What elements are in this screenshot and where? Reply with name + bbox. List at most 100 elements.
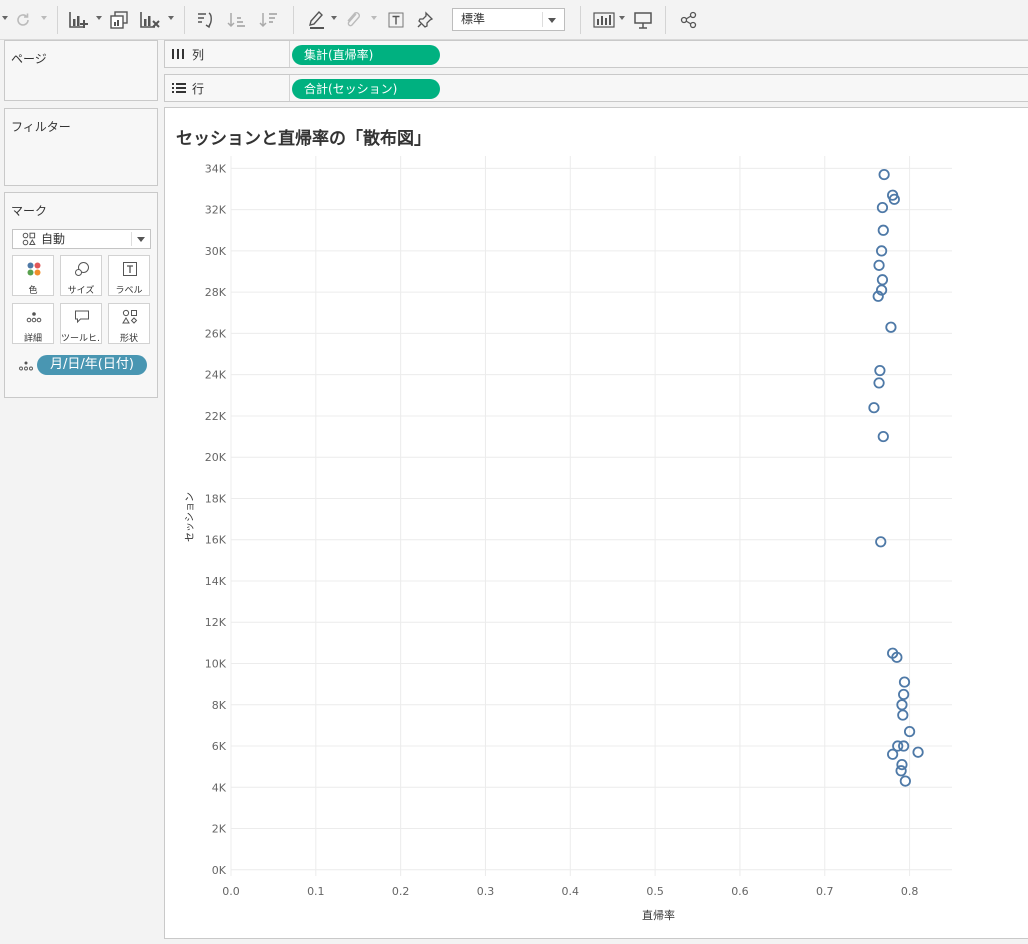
worksheet-view: セッションと直帰率の「散布図」 0.0 0.1 0.2 0.3 0.4 0.5 0.6 0.7… [164, 107, 1028, 939]
rows-shelf[interactable]: 行 合計(セッション) [164, 74, 1028, 102]
data-point [912, 746, 924, 758]
data-point [868, 402, 880, 414]
columns-shelf-label: 列 [165, 41, 290, 67]
y-tick-label: 16K [205, 534, 227, 547]
y-tick-label: 22K [205, 410, 227, 423]
size-icon [74, 261, 90, 277]
x-tick-label: 0.1 [307, 885, 325, 898]
show-me-dropdown-caret[interactable] [619, 16, 625, 20]
data-point [897, 709, 909, 721]
presentation-icon[interactable] [632, 8, 654, 32]
duplicate-sheet-icon[interactable] [108, 8, 130, 32]
shape-button[interactable]: 形状 [108, 303, 150, 344]
automatic-mark-icon [22, 232, 36, 251]
shape-label: 形状 [119, 334, 138, 344]
data-point [887, 748, 899, 760]
date-detail-pill[interactable]: 月/日/年(日付) [37, 355, 147, 375]
y-tick-label: 4K [212, 781, 227, 794]
columns-label: 列 [192, 48, 205, 62]
label-button[interactable]: ラベル [108, 255, 150, 296]
share-icon[interactable] [678, 8, 700, 32]
x-tick-label: 0.4 [562, 885, 580, 898]
tooltip-button[interactable]: ツールヒ… [60, 303, 102, 344]
x-tick-label: 0.0 [222, 885, 240, 898]
tooltip-icon [74, 309, 90, 325]
mark-type-value: 自動 [41, 232, 66, 246]
y-tick-label: 30K [205, 245, 227, 258]
chevron-down-icon [137, 237, 145, 242]
filters-panel[interactable]: フィルター [4, 108, 158, 186]
text-label-icon[interactable] [385, 8, 407, 32]
label-icon [122, 261, 138, 277]
highlight-icon[interactable] [306, 8, 328, 32]
y-tick-label: 0K [212, 864, 227, 877]
detail-small-icon [19, 360, 33, 374]
y-tick-label: 24K [205, 369, 227, 382]
swap-axes-icon[interactable] [194, 8, 216, 32]
color-label: 色 [28, 286, 38, 296]
toolbar: 標準 [0, 0, 1028, 40]
y-tick-label: 12K [205, 616, 227, 629]
size-button[interactable]: サイズ [60, 255, 102, 296]
data-point [874, 364, 886, 377]
mark-type-select[interactable]: 自動 [12, 229, 151, 249]
x-tick-label: 0.2 [392, 885, 410, 898]
y-tick-label: 32K [205, 204, 227, 217]
x-tick-label: 0.5 [646, 885, 664, 898]
y-tick-label: 28K [205, 286, 227, 299]
label-label: ラベル [115, 286, 143, 296]
fit-select[interactable]: 標準 [452, 8, 565, 31]
data-point [895, 765, 907, 777]
detail-icon [26, 309, 42, 325]
y-tick-label: 14K [205, 575, 227, 588]
y-tick-label: 18K [205, 492, 227, 505]
data-point [878, 168, 890, 181]
x-tick-label: 0.7 [816, 885, 834, 898]
columns-shelf[interactable]: 列 集計(直帰率) [164, 40, 1028, 68]
pages-panel[interactable]: ページ [4, 40, 158, 101]
y-tick-label: 10K [205, 658, 227, 671]
sort-descending-icon[interactable] [258, 8, 280, 32]
color-button[interactable]: 色 [12, 255, 54, 296]
new-worksheet-icon[interactable] [66, 8, 92, 32]
y-tick-label: 20K [205, 451, 227, 464]
chevron-down-icon [548, 18, 556, 23]
highlight-dropdown-caret[interactable] [331, 16, 337, 20]
redo-icon[interactable] [12, 8, 34, 32]
data-point [885, 321, 897, 333]
clear-sheet-dropdown-caret[interactable] [168, 16, 174, 20]
x-axis-label: 直帰率 [642, 908, 675, 922]
rows-pill[interactable]: 合計(セッション) [292, 79, 440, 99]
marks-title: マーク [11, 204, 48, 218]
clear-sheet-icon[interactable] [138, 8, 162, 32]
redo-dropdown-caret[interactable] [41, 16, 47, 20]
size-label: サイズ [67, 286, 95, 296]
fit-select-value: 標準 [461, 12, 486, 26]
tooltip-label: ツールヒ… [61, 334, 101, 344]
columns-pill[interactable]: 集計(直帰率) [292, 45, 440, 65]
data-point [873, 259, 885, 271]
sort-ascending-icon[interactable] [226, 8, 248, 32]
y-tick-label: 8K [212, 699, 227, 712]
group-icon[interactable] [342, 8, 364, 32]
rows-shelf-label: 行 [165, 75, 290, 101]
y-tick-label: 6K [212, 740, 227, 753]
pages-title: ページ [11, 52, 47, 66]
data-point [898, 676, 911, 688]
back-dropdown-caret[interactable] [2, 16, 8, 20]
data-point [876, 274, 889, 286]
group-dropdown-caret[interactable] [371, 16, 377, 20]
scatter-chart[interactable]: 0.0 0.1 0.2 0.3 0.4 0.5 0.6 0.7 0.8 0K 2K 4K 6K 8K 10K… [165, 108, 1028, 940]
data-point [899, 775, 911, 787]
show-me-icon[interactable] [592, 8, 616, 32]
pin-icon[interactable] [414, 8, 436, 32]
detail-button[interactable]: 詳細 [12, 303, 54, 344]
y-tick-label: 2K [212, 823, 227, 836]
x-tick-label: 0.3 [477, 885, 495, 898]
marks-panel: マーク 自動 色 サイズ ラベル 詳細 ツールヒ… [4, 192, 158, 398]
data-point [873, 377, 885, 389]
new-worksheet-dropdown-caret[interactable] [96, 16, 102, 20]
rows-icon [172, 81, 186, 98]
rows-label: 行 [192, 82, 205, 96]
data-point [875, 536, 887, 548]
